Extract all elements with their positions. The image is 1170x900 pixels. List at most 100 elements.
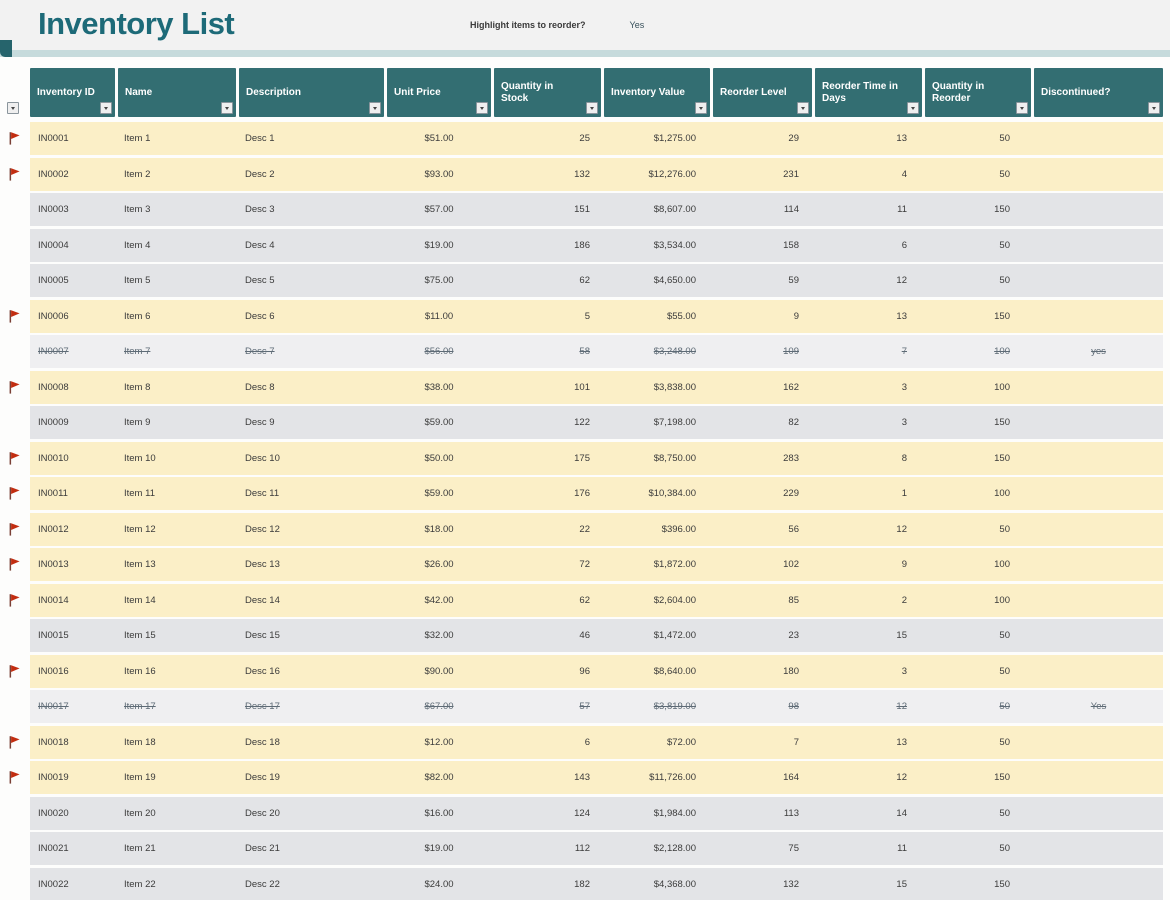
cell-inventory-id[interactable]: IN0008 [30,371,115,404]
cell-description[interactable]: Desc 6 [239,300,384,333]
cell-quantity-in-stock[interactable]: 96 [494,655,601,688]
cell-name[interactable]: Item 21 [118,832,236,865]
filter-button[interactable] [221,102,233,114]
cell-quantity-in-stock[interactable]: 151 [494,193,601,226]
cell-quantity-in-stock[interactable]: 46 [494,619,601,652]
cell-discontinued[interactable] [1034,193,1163,226]
cell-inventory-value[interactable]: $2,128.00 [604,832,710,865]
cell-description[interactable]: Desc 7 [239,335,384,368]
cell-reorder-level[interactable]: 98 [713,690,812,723]
cell-reorder-time-in-days[interactable]: 1 [815,477,922,510]
cell-description[interactable]: Desc 9 [239,406,384,439]
flag-filter-button[interactable] [7,102,19,114]
cell-reorder-time-in-days[interactable]: 12 [815,761,922,794]
cell-reorder-level[interactable]: 7 [713,726,812,759]
header-cell-quantity-in-stock[interactable]: Quantity in Stock [494,68,601,117]
cell-unit-price[interactable]: $59.00 [387,406,491,439]
cell-inventory-value[interactable]: $7,198.00 [604,406,710,439]
cell-description[interactable]: Desc 17 [239,690,384,723]
cell-inventory-value[interactable]: $396.00 [604,513,710,546]
cell-discontinued[interactable] [1034,797,1163,830]
cell-inventory-id[interactable]: IN0016 [30,655,115,688]
filter-button[interactable] [586,102,598,114]
cell-quantity-in-reorder[interactable]: 150 [925,868,1031,900]
cell-unit-price[interactable]: $24.00 [387,868,491,900]
cell-quantity-in-stock[interactable]: 62 [494,584,601,617]
cell-reorder-time-in-days[interactable]: 9 [815,548,922,581]
cell-inventory-value[interactable]: $10,384.00 [604,477,710,510]
cell-name[interactable]: Item 12 [118,513,236,546]
header-cell-name[interactable]: Name [118,68,236,117]
cell-name[interactable]: Item 15 [118,619,236,652]
cell-unit-price[interactable]: $26.00 [387,548,491,581]
cell-name[interactable]: Item 20 [118,797,236,830]
cell-inventory-value[interactable]: $1,472.00 [604,619,710,652]
cell-quantity-in-reorder[interactable]: 50 [925,158,1031,191]
cell-inventory-id[interactable]: IN0021 [30,832,115,865]
cell-reorder-level[interactable]: 29 [713,122,812,155]
cell-discontinued[interactable] [1034,158,1163,191]
cell-quantity-in-reorder[interactable]: 150 [925,193,1031,226]
cell-description[interactable]: Desc 8 [239,371,384,404]
cell-quantity-in-reorder[interactable]: 50 [925,264,1031,297]
cell-reorder-level[interactable]: 56 [713,513,812,546]
cell-discontinued[interactable] [1034,868,1163,900]
cell-reorder-time-in-days[interactable]: 6 [815,229,922,262]
cell-quantity-in-reorder[interactable]: 150 [925,406,1031,439]
cell-discontinued[interactable] [1034,442,1163,475]
cell-reorder-time-in-days[interactable]: 4 [815,158,922,191]
cell-description[interactable]: Desc 11 [239,477,384,510]
cell-unit-price[interactable]: $19.00 [387,832,491,865]
cell-inventory-value[interactable]: $4,650.00 [604,264,710,297]
cell-reorder-time-in-days[interactable]: 12 [815,690,922,723]
cell-description[interactable]: Desc 18 [239,726,384,759]
cell-reorder-level[interactable]: 109 [713,335,812,368]
cell-name[interactable]: Item 16 [118,655,236,688]
filter-button[interactable] [1016,102,1028,114]
cell-reorder-level[interactable]: 229 [713,477,812,510]
cell-reorder-time-in-days[interactable]: 3 [815,406,922,439]
cell-inventory-id[interactable]: IN0020 [30,797,115,830]
filter-button[interactable] [100,102,112,114]
cell-reorder-level[interactable]: 75 [713,832,812,865]
cell-reorder-level[interactable]: 82 [713,406,812,439]
cell-inventory-id[interactable]: IN0014 [30,584,115,617]
cell-reorder-level[interactable]: 162 [713,371,812,404]
cell-description[interactable]: Desc 21 [239,832,384,865]
cell-quantity-in-reorder[interactable]: 100 [925,584,1031,617]
cell-name[interactable]: Item 1 [118,122,236,155]
cell-inventory-value[interactable]: $11,726.00 [604,761,710,794]
cell-inventory-id[interactable]: IN0015 [30,619,115,652]
cell-quantity-in-reorder[interactable]: 100 [925,548,1031,581]
cell-reorder-level[interactable]: 59 [713,264,812,297]
cell-quantity-in-stock[interactable]: 5 [494,300,601,333]
cell-quantity-in-stock[interactable]: 57 [494,690,601,723]
cell-inventory-value[interactable]: $1,984.00 [604,797,710,830]
cell-discontinued[interactable] [1034,584,1163,617]
cell-name[interactable]: Item 4 [118,229,236,262]
cell-inventory-value[interactable]: $8,607.00 [604,193,710,226]
cell-name[interactable]: Item 3 [118,193,236,226]
cell-description[interactable]: Desc 12 [239,513,384,546]
cell-unit-price[interactable]: $90.00 [387,655,491,688]
cell-quantity-in-stock[interactable]: 25 [494,122,601,155]
cell-description[interactable]: Desc 3 [239,193,384,226]
cell-unit-price[interactable]: $18.00 [387,513,491,546]
cell-reorder-level[interactable]: 164 [713,761,812,794]
cell-quantity-in-reorder[interactable]: 50 [925,832,1031,865]
cell-quantity-in-stock[interactable]: 22 [494,513,601,546]
cell-quantity-in-stock[interactable]: 132 [494,158,601,191]
cell-reorder-level[interactable]: 180 [713,655,812,688]
cell-unit-price[interactable]: $56.00 [387,335,491,368]
cell-reorder-time-in-days[interactable]: 11 [815,193,922,226]
cell-reorder-time-in-days[interactable]: 11 [815,832,922,865]
cell-discontinued[interactable] [1034,477,1163,510]
cell-inventory-id[interactable]: IN0005 [30,264,115,297]
header-cell-discontinued[interactable]: Discontinued? [1034,68,1163,117]
cell-name[interactable]: Item 9 [118,406,236,439]
cell-inventory-value[interactable]: $12,276.00 [604,158,710,191]
cell-discontinued[interactable] [1034,406,1163,439]
cell-reorder-time-in-days[interactable]: 12 [815,513,922,546]
cell-discontinued[interactable] [1034,655,1163,688]
header-cell-reorder-time-in-days[interactable]: Reorder Time in Days [815,68,922,117]
